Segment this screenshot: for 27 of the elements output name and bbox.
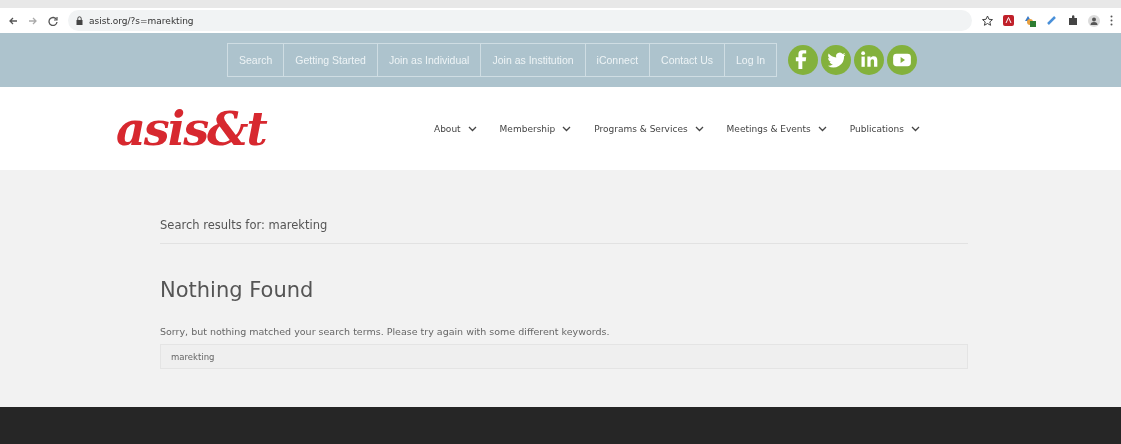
no-results-message: Sorry, but nothing matched your search terms. Please try again with some different keywords. <box>160 326 611 337</box>
main-nav-item[interactable]: Membership <box>499 123 572 134</box>
lock-icon <box>76 16 83 25</box>
chevron-down-icon <box>694 125 704 132</box>
page-title: Nothing Found <box>160 278 315 302</box>
chevron-down-icon <box>817 125 827 132</box>
chevron-down-icon <box>467 125 477 132</box>
main-nav-item[interactable]: Programs & Services <box>594 123 704 134</box>
url-text: asist.org/?s=marekting <box>89 15 194 26</box>
main-nav-item[interactable]: Meetings & Events <box>726 123 827 134</box>
back-icon[interactable] <box>8 15 18 26</box>
chevron-down-icon <box>562 125 572 132</box>
star-icon[interactable] <box>982 15 993 26</box>
profile-icon[interactable] <box>1088 14 1100 27</box>
extension-icon[interactable] <box>1024 14 1036 27</box>
pencil-icon[interactable] <box>1046 15 1057 26</box>
chevron-down-icon <box>910 125 920 132</box>
puzzle-icon[interactable] <box>1067 15 1078 26</box>
reload-icon[interactable] <box>48 15 58 26</box>
search-results-heading: Search results for: marekting <box>160 218 968 244</box>
search-field[interactable]: marekting <box>160 344 968 369</box>
menu-icon[interactable] <box>1110 15 1113 26</box>
address-bar[interactable]: asist.org/?s=marekting <box>68 10 972 31</box>
main-nav-item[interactable]: Publications <box>849 123 920 134</box>
main-nav-item[interactable]: About <box>434 123 477 134</box>
pdf-extension-icon[interactable] <box>1003 15 1014 26</box>
site-logo[interactable]: asis&t <box>116 105 434 152</box>
